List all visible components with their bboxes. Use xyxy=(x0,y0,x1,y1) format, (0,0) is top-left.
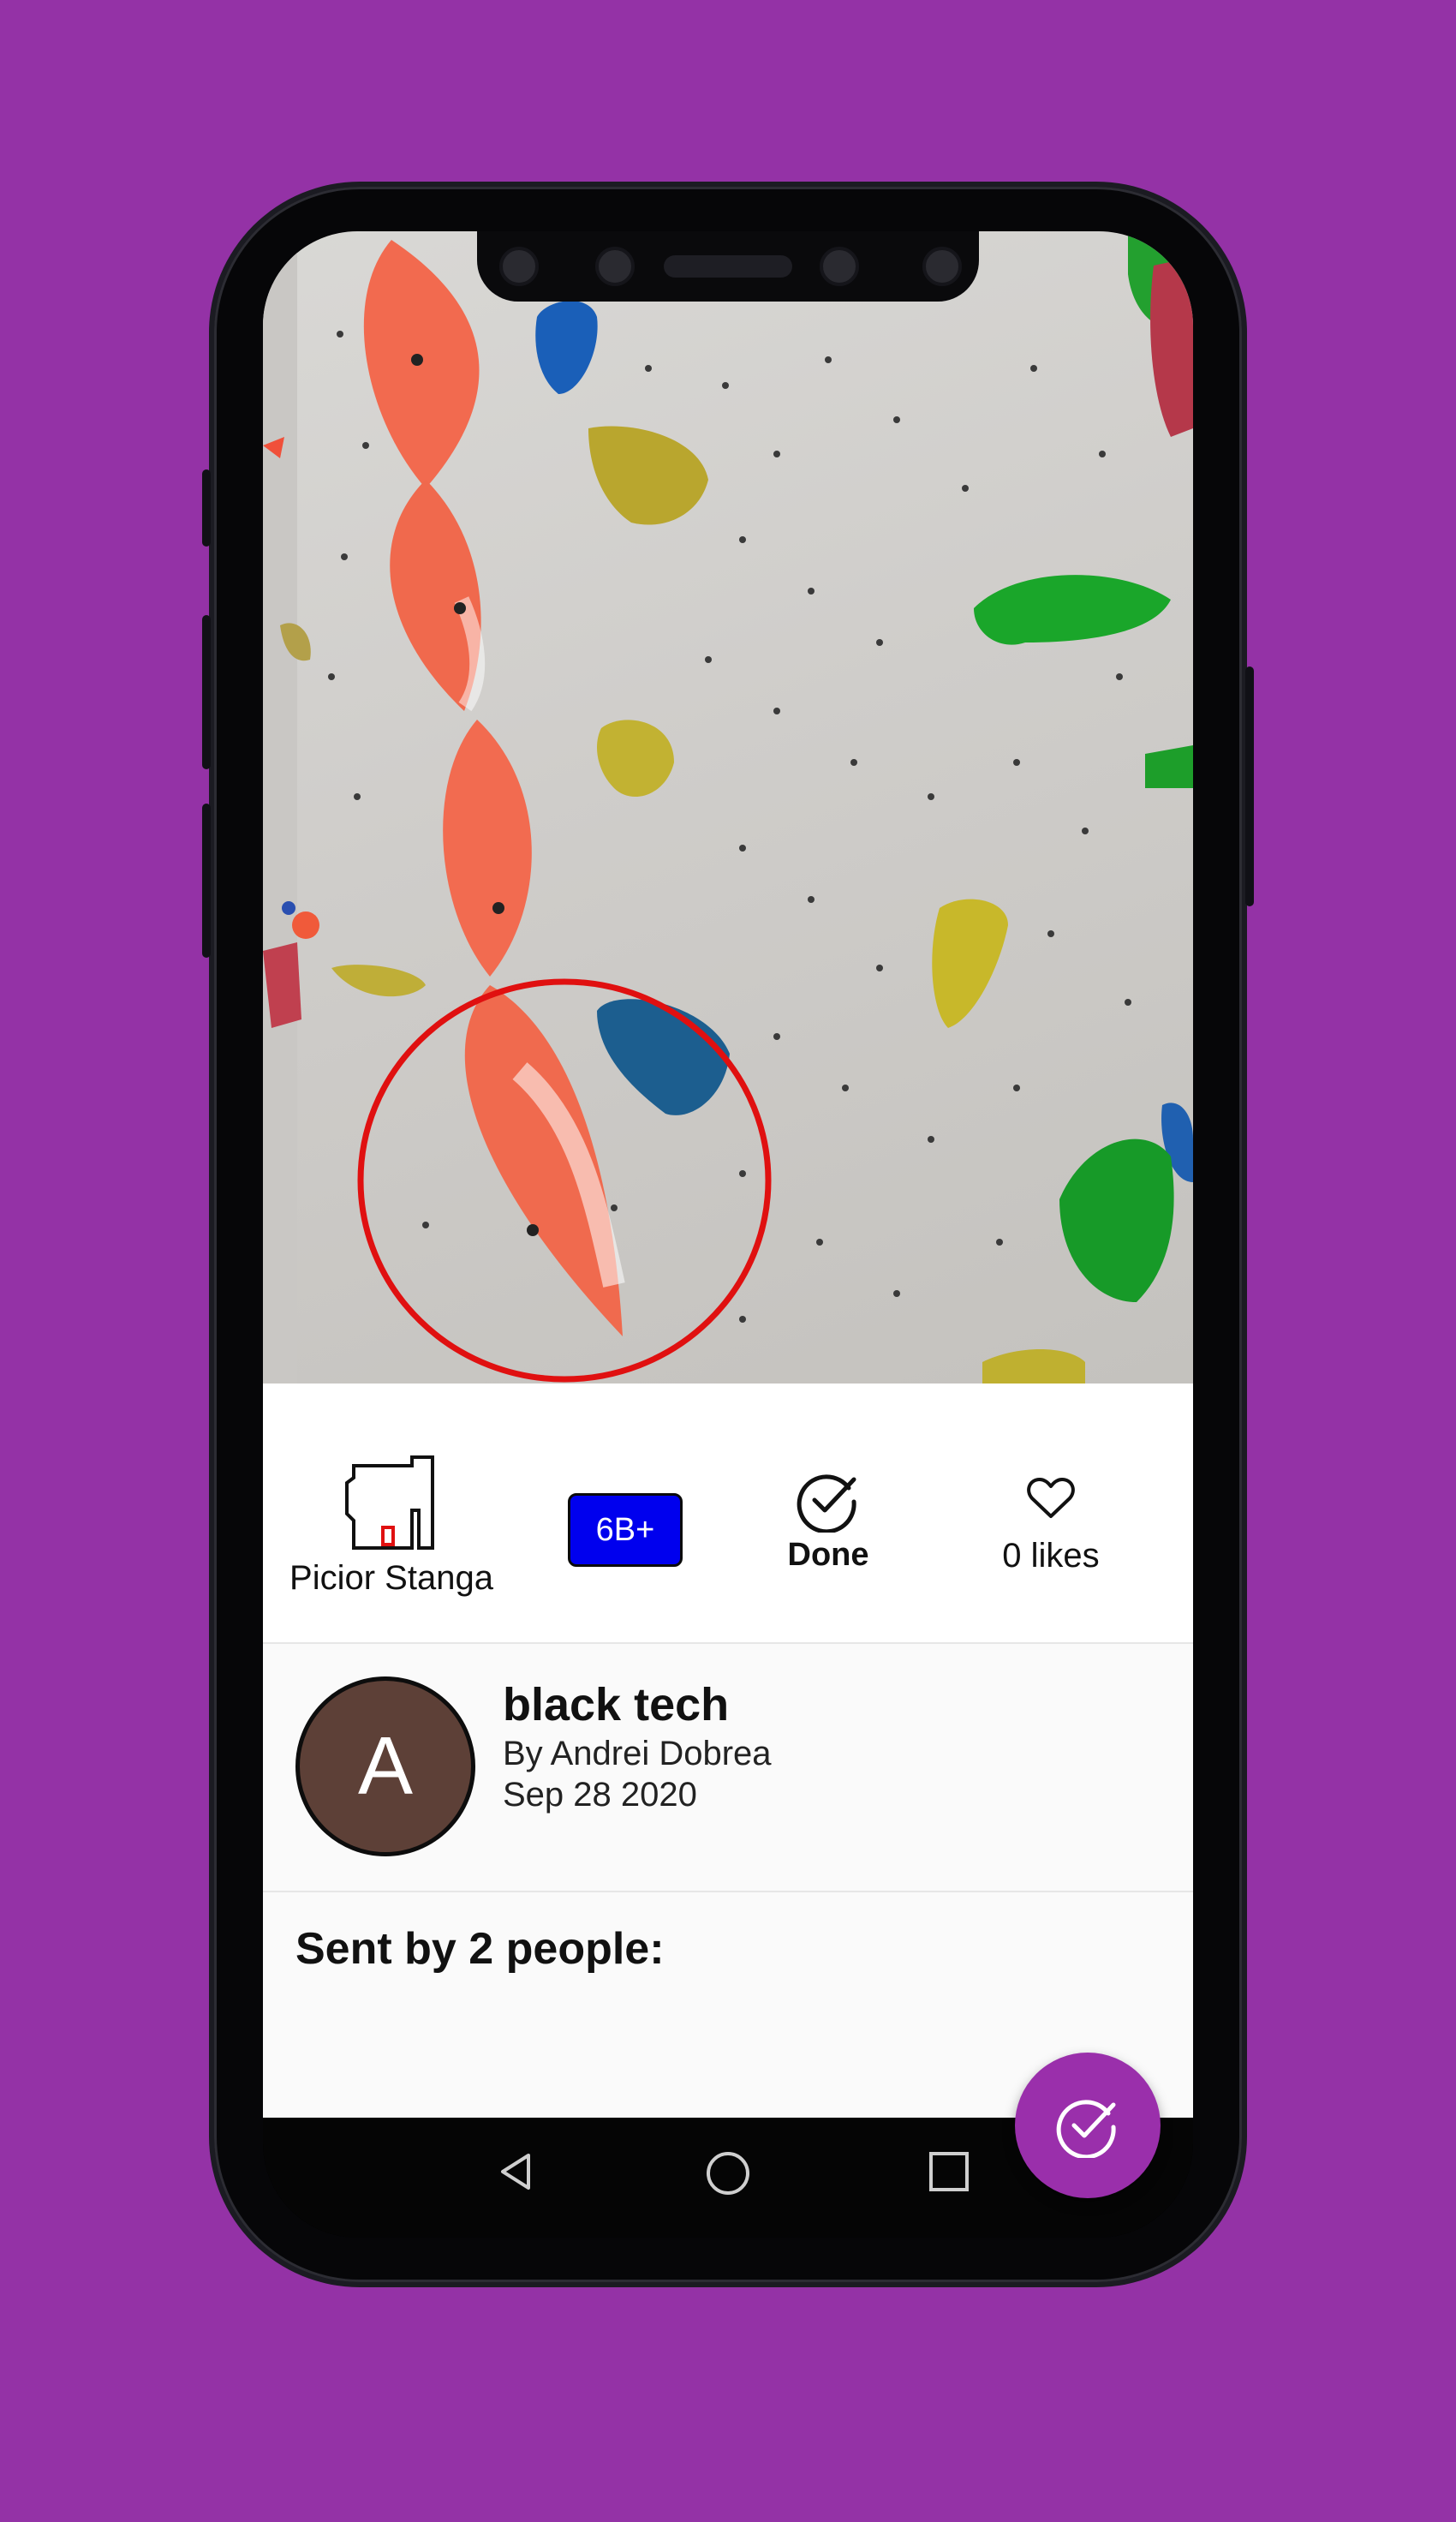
phone-frame: Picior Stanga 6B+ Done 0 likes A black t… xyxy=(202,187,1254,2282)
check-circle-icon xyxy=(797,1474,856,1534)
phone-notch xyxy=(477,231,979,302)
speaker-grille xyxy=(664,255,792,278)
setter-avatar[interactable]: A xyxy=(295,1676,475,1856)
done-label: Done xyxy=(787,1537,869,1573)
sends-title: Sent by 2 people: xyxy=(295,1924,665,1974)
route-info: A black tech By Andrei Dobrea Sep 28 202… xyxy=(263,1642,1193,1892)
route-stats-row: Picior Stanga 6B+ Done 0 likes xyxy=(263,1384,1193,1644)
done-stat[interactable]: Done xyxy=(760,1467,897,1574)
route-name: black tech xyxy=(503,1679,730,1730)
likes-stat[interactable]: 0 likes xyxy=(974,1476,1128,1575)
triangle-back-icon[interactable] xyxy=(494,2150,537,2193)
sensor-icon xyxy=(922,247,962,286)
heart-outline-icon[interactable] xyxy=(1026,1476,1076,1521)
phone-screen: Picior Stanga 6B+ Done 0 likes A black t… xyxy=(263,231,1193,2238)
route-date: Sep 28 2020 xyxy=(503,1776,697,1814)
grade-badge: 6B+ xyxy=(568,1493,683,1567)
sensor-icon xyxy=(595,247,635,286)
power-button xyxy=(1245,666,1254,906)
wall-section-stat[interactable]: Picior Stanga xyxy=(280,1454,503,1598)
square-recents-icon[interactable] xyxy=(928,2150,970,2193)
camera-icon xyxy=(499,247,539,286)
circle-home-icon[interactable] xyxy=(705,2150,751,2196)
volume-down-button xyxy=(202,804,211,958)
volume-up-button xyxy=(202,615,211,769)
climbing-wall-image xyxy=(263,231,1193,1384)
route-details: Picior Stanga 6B+ Done 0 likes A black t… xyxy=(263,1384,1193,2118)
route-author[interactable]: By Andrei Dobrea xyxy=(503,1735,772,1773)
check-circle-icon xyxy=(1056,2100,1116,2158)
mark-done-fab[interactable] xyxy=(1015,2053,1161,2198)
wall-map-icon xyxy=(345,1455,434,1550)
volume-button xyxy=(202,469,211,547)
route-photo xyxy=(263,231,1193,1384)
likes-label: 0 likes xyxy=(1002,1537,1100,1575)
wall-section-label: Picior Stanga xyxy=(289,1559,493,1597)
camera-icon xyxy=(820,247,859,286)
